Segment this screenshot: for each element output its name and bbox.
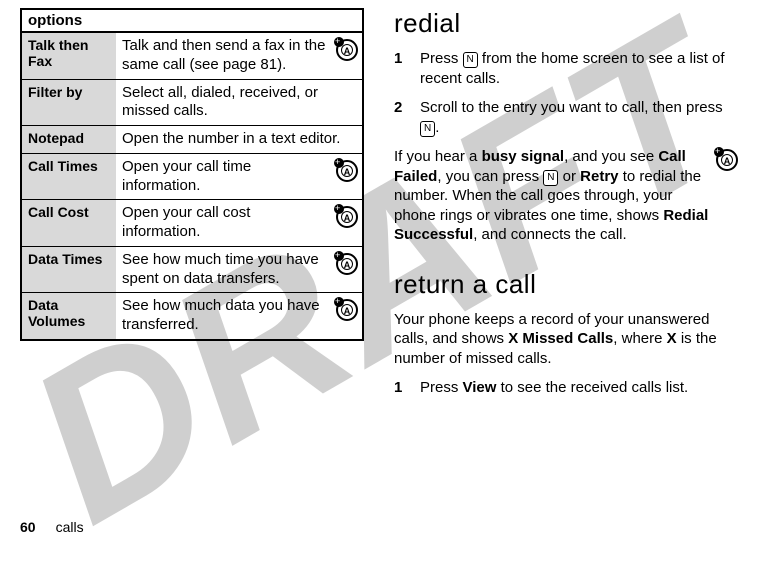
step: 1 Press View to see the received calls l… xyxy=(394,378,738,398)
text: If you hear a xyxy=(394,148,482,165)
feature-availability-icon xyxy=(336,206,358,228)
option-label: Call Cost xyxy=(21,200,116,247)
feature-availability-icon xyxy=(336,253,358,275)
section-label: calls xyxy=(56,519,84,535)
text: Press xyxy=(420,50,463,67)
heading-return-call: return a call xyxy=(394,269,738,300)
right-column: redial 1 Press N from the home screen to… xyxy=(394,8,738,408)
text: or xyxy=(558,168,580,185)
option-desc: Open the number in a text editor. xyxy=(122,130,358,149)
table-row: Call Times Open your call time informati… xyxy=(21,153,363,200)
option-label: Data Volumes xyxy=(21,293,116,340)
option-label: Notepad xyxy=(21,126,116,154)
step-text: Press View to see the received calls lis… xyxy=(420,378,738,398)
step-text: Scroll to the entry you want to call, th… xyxy=(420,98,738,137)
step-number: 1 xyxy=(394,49,408,88)
option-label: Talk then Fax xyxy=(21,32,116,79)
option-desc: Open your call cost information. xyxy=(122,204,332,242)
text: Press xyxy=(420,379,463,396)
table-row: Filter by Select all, dialed, received, … xyxy=(21,79,363,126)
page-number: 60 xyxy=(20,519,36,535)
table-row: Data Times See how much time you have sp… xyxy=(21,246,363,293)
option-label: Data Times xyxy=(21,246,116,293)
step-text: Press N from the home screen to see a li… xyxy=(420,49,738,88)
feature-availability-icon xyxy=(336,299,358,321)
step-number: 2 xyxy=(394,98,408,137)
feature-availability-icon xyxy=(336,39,358,61)
table-row: Data Volumes See how much data you have … xyxy=(21,293,363,340)
text: , where xyxy=(613,330,666,347)
send-key-icon: N xyxy=(543,170,558,186)
left-column: options Talk then Fax Talk and then send… xyxy=(20,8,364,408)
step-number: 1 xyxy=(394,378,408,398)
table-row: Talk then Fax Talk and then send a fax i… xyxy=(21,32,363,79)
option-label: Call Times xyxy=(21,153,116,200)
ui-label: X Missed Calls xyxy=(508,330,613,347)
option-desc: See how much time you have spent on data… xyxy=(122,251,332,289)
text: , you can press xyxy=(437,168,543,185)
send-key-icon: N xyxy=(420,121,435,137)
feature-availability-icon xyxy=(716,149,738,171)
ui-label: X xyxy=(667,330,677,347)
option-desc: See how much data you have transferred. xyxy=(122,297,332,335)
text: , and you see xyxy=(564,148,658,165)
bold-text: busy signal xyxy=(482,148,565,165)
table-row: Notepad Open the number in a text editor… xyxy=(21,126,363,154)
send-key-icon: N xyxy=(463,52,478,68)
return-call-paragraph: Your phone keeps a record of your unansw… xyxy=(394,310,738,369)
ui-label: View xyxy=(463,379,497,396)
text: , and connects the call. xyxy=(473,226,626,243)
option-label: Filter by xyxy=(21,79,116,126)
options-header: options xyxy=(21,9,363,32)
feature-availability-icon xyxy=(336,160,358,182)
option-desc: Talk and then send a fax in the same cal… xyxy=(122,37,332,75)
text: Scroll to the entry you want to call, th… xyxy=(420,99,723,116)
text: . xyxy=(435,119,439,136)
text: to see the received calls list. xyxy=(496,379,688,396)
option-desc: Open your call time information. xyxy=(122,158,332,196)
option-desc: Select all, dialed, received, or missed … xyxy=(122,84,358,122)
ui-label: Retry xyxy=(580,168,618,185)
heading-redial: redial xyxy=(394,8,738,39)
step: 1 Press N from the home screen to see a … xyxy=(394,49,738,88)
step: 2 Scroll to the entry you want to call, … xyxy=(394,98,738,137)
busy-signal-paragraph: If you hear a busy signal, and you see C… xyxy=(394,147,710,245)
table-row: Call Cost Open your call cost informatio… xyxy=(21,200,363,247)
options-table: options Talk then Fax Talk and then send… xyxy=(20,8,364,341)
page-footer: 60 calls xyxy=(20,519,84,535)
